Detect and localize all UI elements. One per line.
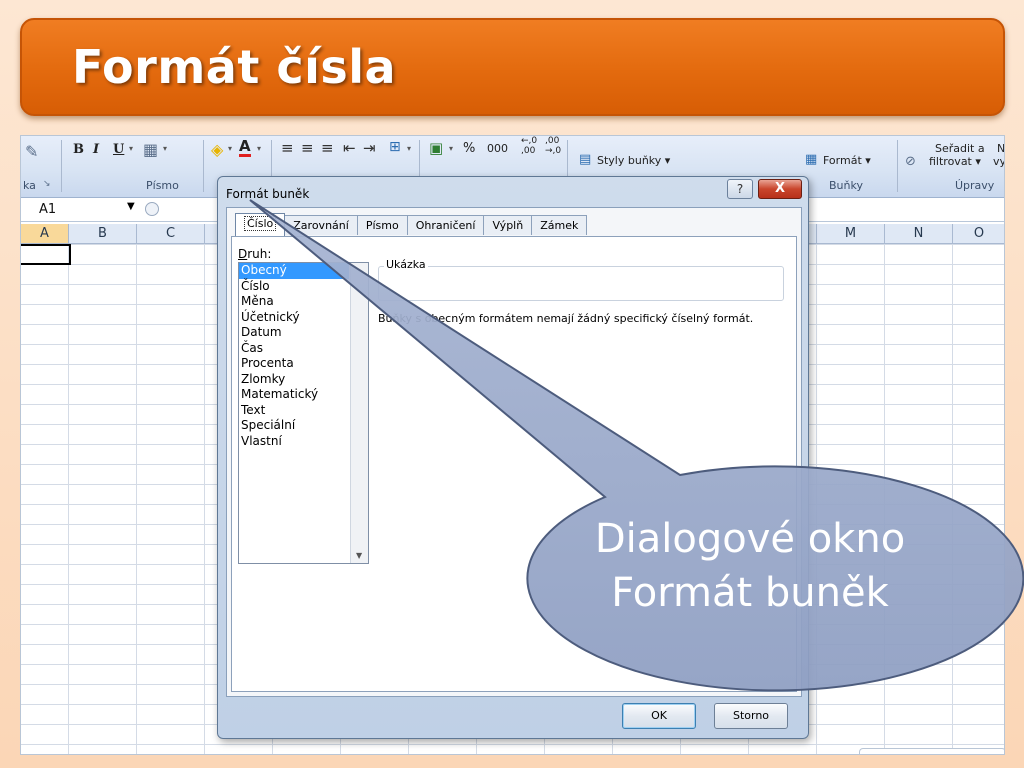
tab-label: Číslo bbox=[244, 216, 277, 231]
list-item[interactable]: Datum bbox=[239, 325, 368, 341]
font-color-icon[interactable]: A bbox=[239, 139, 251, 157]
find-select-partial[interactable]: N bbox=[997, 142, 1004, 155]
column-header-a[interactable]: A bbox=[21, 224, 69, 244]
list-item[interactable]: Číslo bbox=[239, 279, 368, 295]
list-item[interactable]: Vlastní bbox=[239, 434, 368, 450]
help-button[interactable]: ? bbox=[727, 179, 753, 199]
sample-label: Ukázka bbox=[384, 258, 428, 271]
excel-screenshot: ✎ ka ↘ B I U ▾ ▦ ▾ ◈ ▾ A ▾ Písmo ≡ ≡ ≡ ⇤… bbox=[20, 135, 1005, 755]
list-item[interactable]: Měna bbox=[239, 294, 368, 310]
sort-filter-label-2[interactable]: filtrovat ▾ bbox=[929, 155, 981, 168]
list-item[interactable]: Speciální bbox=[239, 418, 368, 434]
chevron-down-icon[interactable]: ▾ bbox=[129, 144, 133, 153]
tab-strip: Číslo Zarovnání Písmo Ohraničení Výplň Z… bbox=[235, 213, 588, 238]
column-header-b[interactable]: B bbox=[69, 224, 137, 244]
italic-icon[interactable]: I bbox=[93, 142, 99, 157]
list-item[interactable]: Procenta bbox=[239, 356, 368, 372]
format-painter-icon[interactable]: ✎ bbox=[25, 142, 38, 161]
list-item[interactable]: Text bbox=[239, 403, 368, 419]
slide-title: Formát čísla bbox=[72, 40, 397, 94]
callout-line-1: Dialogové okno bbox=[594, 516, 906, 562]
accounting-format-icon[interactable]: ▣ bbox=[429, 139, 443, 157]
format-button[interactable]: Formát ▾ bbox=[823, 154, 871, 167]
format-description: Buňky s obecným formátem nemají žádný sp… bbox=[378, 312, 754, 325]
tab-fill[interactable]: Výplň bbox=[483, 215, 533, 235]
title-banner: Formát čísla bbox=[20, 18, 1005, 116]
number-tab-panel: Druh: Obecný Číslo Měna Účetnický Datum … bbox=[231, 236, 797, 692]
formula-circle-icon[interactable] bbox=[145, 202, 159, 216]
column-header-n[interactable]: N bbox=[885, 224, 953, 244]
dialog-launcher-icon[interactable]: ↘ bbox=[43, 179, 51, 189]
percent-button[interactable]: % bbox=[463, 141, 475, 156]
list-item[interactable]: Obecný bbox=[239, 263, 349, 279]
dialog-body: Číslo Zarovnání Písmo Ohraničení Výplň Z… bbox=[226, 207, 802, 697]
category-label: Druh: bbox=[238, 247, 272, 261]
find-select-partial-2[interactable]: vy bbox=[993, 155, 1004, 168]
chevron-down-icon[interactable]: ▾ bbox=[228, 144, 232, 153]
callout-text: Dialogové okno Formát buněk bbox=[520, 512, 980, 620]
align-right-icon[interactable]: ≡ bbox=[321, 139, 334, 157]
name-box[interactable]: A1 bbox=[21, 200, 141, 220]
column-header-o[interactable]: O bbox=[953, 224, 1004, 244]
bold-icon[interactable]: B bbox=[73, 142, 84, 157]
close-button[interactable]: X bbox=[758, 179, 802, 199]
edit-group-label: Úpravy bbox=[955, 179, 995, 192]
tab-font[interactable]: Písmo bbox=[356, 215, 408, 235]
list-item[interactable]: Účetnický bbox=[239, 310, 368, 326]
merge-center-icon[interactable]: ⊞ bbox=[389, 139, 401, 155]
thousands-button[interactable]: 000 bbox=[487, 142, 508, 155]
tab-number[interactable]: Číslo bbox=[235, 213, 286, 236]
increase-indent-icon[interactable]: ⇥ bbox=[363, 139, 376, 157]
list-scrollbar[interactable]: ▼ bbox=[350, 263, 368, 563]
ok-button[interactable]: OK bbox=[622, 703, 696, 729]
list-item[interactable]: Zlomky bbox=[239, 372, 368, 388]
sort-filter-label-1[interactable]: Seřadit a bbox=[935, 142, 985, 155]
callout-line-2: Formát buněk bbox=[611, 570, 889, 616]
underline-icon[interactable]: U bbox=[113, 142, 124, 157]
decrease-decimal-button[interactable]: ,00 →,0 bbox=[545, 136, 561, 156]
chevron-down-icon[interactable]: ▾ bbox=[163, 144, 167, 153]
sample-box bbox=[378, 266, 784, 301]
column-header-m[interactable]: M bbox=[817, 224, 885, 244]
format-icon[interactable]: ▦ bbox=[805, 152, 817, 167]
clipboard-group-label: ka bbox=[23, 179, 36, 192]
cancel-button[interactable]: Storno bbox=[714, 703, 788, 729]
tab-alignment[interactable]: Zarovnání bbox=[284, 215, 358, 235]
fill-color-icon[interactable]: ◈ bbox=[211, 140, 223, 159]
scroll-down-icon[interactable]: ▼ bbox=[356, 551, 362, 560]
chevron-down-icon[interactable]: ▾ bbox=[257, 144, 261, 153]
chevron-down-icon[interactable]: ▾ bbox=[407, 144, 411, 153]
align-center-icon[interactable]: ≡ bbox=[301, 139, 314, 157]
partial-window-edge bbox=[859, 748, 1004, 754]
clear-icon[interactable]: ⊘ bbox=[905, 154, 916, 169]
borders-icon[interactable]: ▦ bbox=[143, 140, 158, 159]
category-list[interactable]: Obecný Číslo Měna Účetnický Datum Čas Pr… bbox=[238, 262, 369, 564]
chevron-down-icon[interactable]: ▼ bbox=[127, 201, 135, 212]
align-left-icon[interactable]: ≡ bbox=[281, 139, 294, 157]
font-group-label: Písmo bbox=[146, 179, 179, 192]
cells-group-label: Buňky bbox=[829, 179, 863, 192]
active-cell-a1[interactable] bbox=[21, 244, 71, 265]
list-item[interactable]: Čas bbox=[239, 341, 368, 357]
chevron-down-icon[interactable]: ▾ bbox=[449, 144, 453, 153]
tab-border[interactable]: Ohraničení bbox=[406, 215, 485, 235]
format-cells-dialog: Formát buněk ? X Číslo Zarovnání Písmo O… bbox=[217, 176, 809, 739]
tab-protection[interactable]: Zámek bbox=[531, 215, 588, 235]
cell-styles-button[interactable]: Styly buňky ▾ bbox=[597, 154, 670, 167]
decrease-indent-icon[interactable]: ⇤ bbox=[343, 139, 356, 157]
column-header-c[interactable]: C bbox=[137, 224, 205, 244]
cell-styles-icon[interactable]: ▤ bbox=[579, 152, 591, 167]
increase-decimal-button[interactable]: ←,0 ,00 bbox=[521, 136, 537, 156]
dialog-title: Formát buněk bbox=[226, 187, 310, 201]
list-item[interactable]: Matematický bbox=[239, 387, 368, 403]
